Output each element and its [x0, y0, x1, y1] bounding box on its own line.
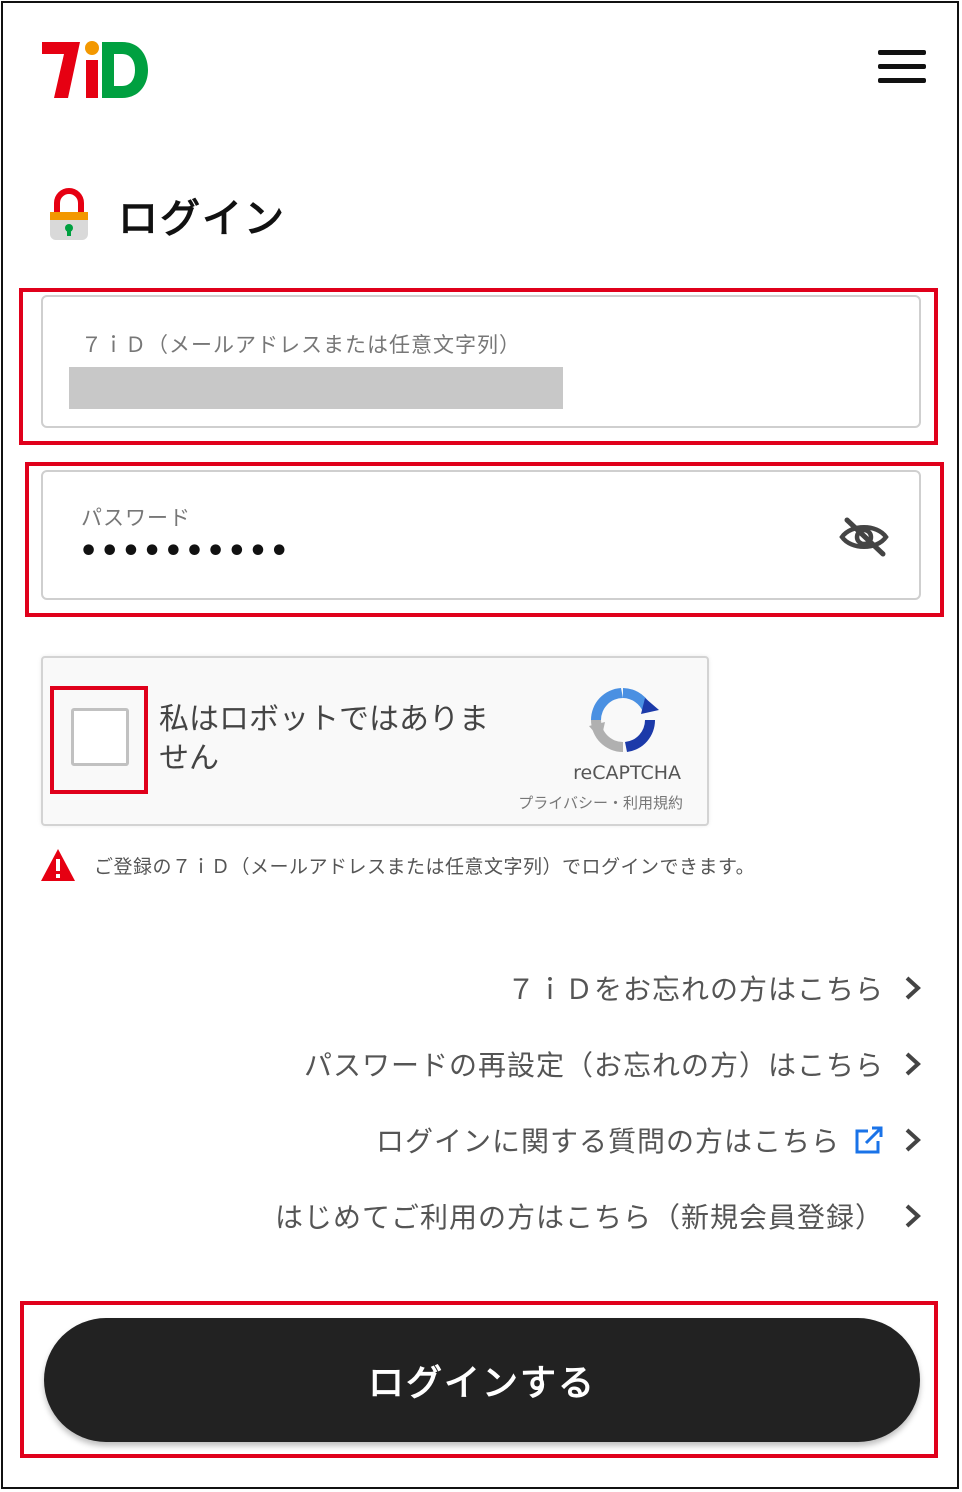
help-links: ７ｉＤをお忘れの方はこちら パスワードの再設定（お忘れの方）はこちら ログインに…: [24, 950, 924, 1254]
recaptcha-text: 私はロボットではありません: [159, 702, 489, 776]
eye-slash-icon[interactable]: [839, 516, 889, 558]
7id-logo[interactable]: [40, 38, 150, 102]
warning-triangle-icon: [41, 849, 75, 881]
password-field[interactable]: パスワード ••••••••••: [41, 470, 921, 600]
link-forgot-id-label: ７ｉＤをお忘れの方はこちら: [506, 973, 884, 1006]
external-link-icon: [855, 1126, 883, 1154]
hamburger-menu-icon[interactable]: [878, 50, 926, 90]
login-button[interactable]: ログインする: [44, 1318, 920, 1442]
chevron-right-icon: [905, 1128, 921, 1152]
link-login-faq[interactable]: ログインに関する質問の方はこちら: [24, 1102, 924, 1178]
link-login-faq-label: ログインに関する質問の方はこちら: [375, 1125, 840, 1158]
password-value[interactable]: ••••••••••: [79, 534, 291, 569]
recaptcha-widget: 私はロボットではありません reCAPTCHA プライバシー・利用規約: [41, 656, 709, 826]
page-header: ログイン: [48, 185, 286, 245]
recaptcha-brand: reCAPTCHA: [573, 762, 681, 784]
chevron-right-icon: [905, 1204, 921, 1228]
notice: ご登録の７ｉＤ（メールアドレスまたは任意文字列）でログインできます。: [40, 848, 755, 882]
id-field-label: ７ｉＤ（メールアドレスまたは任意文字列）: [81, 333, 521, 357]
chevron-right-icon: [905, 976, 921, 1000]
password-field-label: パスワード: [81, 506, 191, 530]
id-field-masked-value[interactable]: [69, 367, 563, 409]
link-reset-password[interactable]: パスワードの再設定（お忘れの方）はこちら: [24, 1026, 924, 1102]
page-title: ログイン: [118, 196, 286, 242]
chevron-right-icon: [905, 1052, 921, 1076]
link-new-registration[interactable]: はじめてご利用の方はこちら（新規会員登録）: [24, 1178, 924, 1254]
link-reset-password-label: パスワードの再設定（お忘れの方）はこちら: [303, 1049, 884, 1082]
recaptcha-checkbox[interactable]: [71, 708, 129, 766]
recaptcha-links[interactable]: プライバシー・利用規約: [518, 792, 683, 813]
lock-icon: [50, 188, 88, 240]
id-field[interactable]: ７ｉＤ（メールアドレスまたは任意文字列）: [41, 295, 921, 428]
notice-text: ご登録の７ｉＤ（メールアドレスまたは任意文字列）でログインできます。: [94, 855, 756, 878]
link-new-registration-label: はじめてご利用の方はこちら（新規会員登録）: [274, 1201, 884, 1234]
recaptcha-icon: [589, 688, 659, 752]
link-forgot-id[interactable]: ７ｉＤをお忘れの方はこちら: [24, 950, 924, 1026]
